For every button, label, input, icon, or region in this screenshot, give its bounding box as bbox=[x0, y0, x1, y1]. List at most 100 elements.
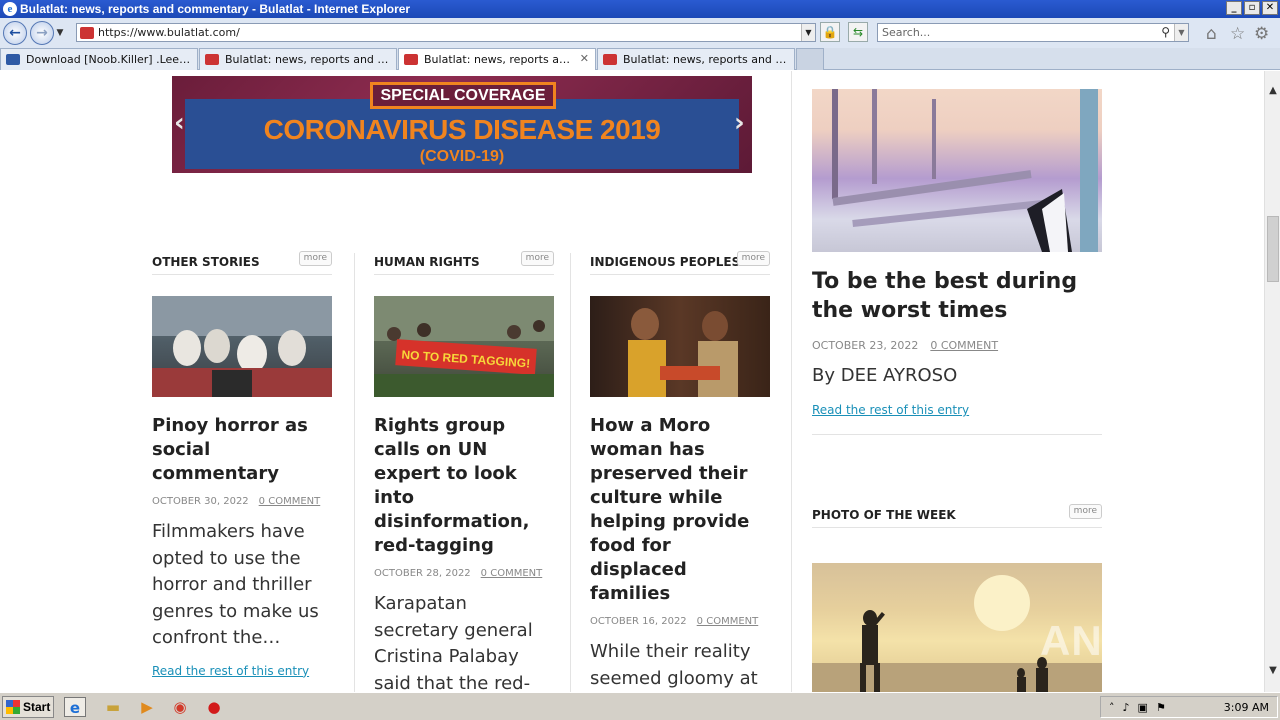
tab-favicon bbox=[603, 54, 617, 65]
story-date: OCTOBER 16, 2022 bbox=[590, 616, 687, 627]
section-header: OTHER STORIES more bbox=[152, 251, 332, 275]
restore-button[interactable]: ▫ bbox=[1244, 1, 1260, 15]
tab-bulatlat-3[interactable]: Bulatlat: news, reports and com... bbox=[597, 48, 795, 70]
security-lock-icon[interactable]: 🔒 bbox=[820, 22, 840, 42]
more-button[interactable]: more bbox=[520, 251, 554, 266]
story-title-link[interactable]: Rights group calls on UN expert to look … bbox=[374, 414, 554, 558]
banner-tag: SPECIAL COVERAGE bbox=[370, 82, 556, 109]
story-date: OCTOBER 28, 2022 bbox=[374, 568, 471, 579]
photo-of-week-header: PHOTO OF THE WEEK more bbox=[812, 504, 1102, 528]
volume-icon[interactable]: ♪ bbox=[1123, 701, 1130, 714]
window-titlebar: e Bulatlat: news, reports and commentary… bbox=[0, 0, 1280, 18]
story-excerpt: While their reality seemed gloomy at the… bbox=[590, 641, 758, 689]
site-favicon bbox=[80, 26, 94, 39]
address-dropdown-button[interactable]: ▼ bbox=[801, 24, 815, 41]
tab-label: Bulatlat: news, reports and ... bbox=[424, 53, 574, 66]
story-thumbnail[interactable] bbox=[590, 296, 770, 397]
story-excerpt: Filmmakers have opted to use the horror … bbox=[152, 521, 319, 648]
action-center-flag-icon[interactable]: ⚑ bbox=[1156, 701, 1166, 714]
banner-next-arrow[interactable]: › bbox=[734, 108, 745, 138]
tab-label: Bulatlat: news, reports and com... bbox=[623, 53, 788, 66]
section-human-rights: HUMAN RIGHTS more NO TO RED TAGGING! Rig… bbox=[374, 251, 554, 692]
anyrun-watermark: ANY RUN bbox=[1040, 617, 1238, 664]
comment-count-link[interactable]: 0 COMMENT bbox=[481, 568, 543, 579]
internet-explorer-icon: e bbox=[3, 2, 17, 16]
tab-bulatlat-active[interactable]: Bulatlat: news, reports and ... ✕ bbox=[398, 48, 596, 70]
covid-coverage-banner[interactable]: SPECIAL COVERAGE CORONAVIRUS DISEASE 201… bbox=[172, 76, 752, 173]
story-meta: OCTOBER 30, 2022 0 COMMENT bbox=[152, 496, 332, 507]
recent-pages-dropdown[interactable]: ▼ bbox=[54, 28, 66, 38]
internet-explorer-taskbar-icon[interactable]: e bbox=[64, 697, 86, 717]
scroll-down-arrow[interactable]: ▼ bbox=[1265, 663, 1280, 679]
banner-prev-arrow[interactable]: ‹ bbox=[174, 108, 185, 138]
tab-label: Bulatlat: news, reports and com... bbox=[225, 53, 390, 66]
start-label: Start bbox=[23, 700, 51, 714]
tab-favicon bbox=[404, 54, 418, 65]
tab-favicon bbox=[205, 54, 219, 65]
search-placeholder: Search... bbox=[882, 26, 931, 39]
section-header: INDIGENOUS PEOPLES more bbox=[590, 251, 770, 275]
minimize-button[interactable]: _ bbox=[1226, 1, 1242, 15]
more-button[interactable]: more bbox=[1068, 504, 1102, 519]
system-tray: ˄ ♪ ▣ ⚑ 3:09 AM bbox=[1100, 696, 1278, 718]
media-player-icon[interactable]: ▶ bbox=[136, 697, 158, 717]
navigation-bar: ← → ▼ https://www.bulatlat.com/ ▼ 🔒 ⇆ Se… bbox=[0, 18, 1280, 48]
folder-icon[interactable]: ▬ bbox=[102, 697, 124, 717]
favorites-star-icon[interactable]: ☆ bbox=[1230, 24, 1245, 44]
story-thumbnail[interactable] bbox=[152, 296, 332, 397]
story-title-link[interactable]: How a Moro woman has preserved their cul… bbox=[590, 414, 770, 606]
story-meta: OCTOBER 16, 2022 0 COMMENT bbox=[590, 616, 770, 627]
vertical-scrollbar[interactable]: ▲ ▼ bbox=[1264, 71, 1280, 692]
start-button[interactable]: Start bbox=[2, 696, 54, 718]
url-text: https://www.bulatlat.com/ bbox=[98, 26, 240, 39]
tray-expand-icon[interactable]: ˄ bbox=[1109, 701, 1115, 714]
search-input[interactable]: Search... ⚲ ▼ bbox=[877, 23, 1189, 42]
feature-title-link[interactable]: To be the best during the worst times bbox=[812, 267, 1102, 325]
clock[interactable]: 3:09 AM bbox=[1224, 701, 1269, 714]
network-icon[interactable]: ▣ bbox=[1138, 701, 1148, 714]
feature-comment-link[interactable]: 0 COMMENT bbox=[930, 339, 998, 352]
back-button[interactable]: ← bbox=[3, 21, 27, 45]
opera-icon[interactable]: ● bbox=[203, 697, 225, 717]
home-icon[interactable]: ⌂ bbox=[1206, 24, 1217, 44]
chrome-icon[interactable]: ◉ bbox=[169, 697, 191, 717]
forward-button[interactable]: → bbox=[30, 21, 54, 45]
gear-icon[interactable]: ⚙ bbox=[1254, 24, 1269, 44]
more-button[interactable]: more bbox=[298, 251, 332, 266]
protest-banner-image: NO TO RED TAGGING! bbox=[374, 296, 554, 397]
windows-logo-icon bbox=[6, 700, 20, 714]
close-tab-icon[interactable]: ✕ bbox=[580, 52, 589, 65]
comment-count-link[interactable]: 0 COMMENT bbox=[259, 496, 321, 507]
section-title: OTHER STORIES bbox=[152, 255, 260, 269]
read-more-link[interactable]: Read the rest of this entry bbox=[152, 664, 332, 678]
window-controls: _ ▫ ✕ bbox=[1226, 1, 1278, 15]
search-provider-dropdown[interactable]: ▼ bbox=[1174, 24, 1188, 41]
scroll-thumb[interactable] bbox=[1267, 216, 1279, 282]
banner-subtitle: (COVID-19) bbox=[419, 148, 505, 165]
tab-favicon bbox=[6, 54, 20, 65]
column-divider bbox=[354, 253, 355, 692]
address-field[interactable]: https://www.bulatlat.com/ ▼ bbox=[76, 23, 816, 42]
tab-bulatlat-1[interactable]: Bulatlat: news, reports and com... bbox=[199, 48, 397, 70]
story-thumbnail[interactable]: NO TO RED TAGGING! bbox=[374, 296, 554, 397]
section-title: HUMAN RIGHTS bbox=[374, 255, 480, 269]
feature-illustration[interactable] bbox=[812, 89, 1102, 252]
close-window-button[interactable]: ✕ bbox=[1262, 1, 1278, 15]
comment-count-link[interactable]: 0 COMMENT bbox=[697, 616, 759, 627]
sidebar-rule bbox=[812, 434, 1102, 435]
refresh-button[interactable]: ⇆ bbox=[848, 22, 868, 42]
search-icon[interactable]: ⚲ bbox=[1161, 24, 1170, 41]
feature-meta: OCTOBER 23, 2022 0 COMMENT bbox=[812, 339, 998, 352]
new-tab-button[interactable] bbox=[796, 48, 824, 70]
feature-date: OCTOBER 23, 2022 bbox=[812, 339, 919, 352]
story-title-link[interactable]: Pinoy horror as social commentary bbox=[152, 414, 332, 486]
photo-of-week-title: PHOTO OF THE WEEK bbox=[812, 508, 956, 522]
story-meta: OCTOBER 28, 2022 0 COMMENT bbox=[374, 568, 554, 579]
tab-download[interactable]: Download [Noob.Killer] .Leerz b... bbox=[0, 48, 198, 70]
scroll-up-arrow[interactable]: ▲ bbox=[1265, 83, 1280, 99]
more-button[interactable]: more bbox=[736, 251, 770, 266]
feature-read-more-link[interactable]: Read the rest of this entry bbox=[812, 403, 969, 417]
section-header: HUMAN RIGHTS more bbox=[374, 251, 554, 275]
story-excerpt: Karapatan secretary general Cristina Pal… bbox=[374, 593, 533, 692]
windows-taskbar: Start e ▬ ▶ ◉ ● ˄ ♪ ▣ ⚑ 3:09 AM bbox=[0, 692, 1280, 720]
